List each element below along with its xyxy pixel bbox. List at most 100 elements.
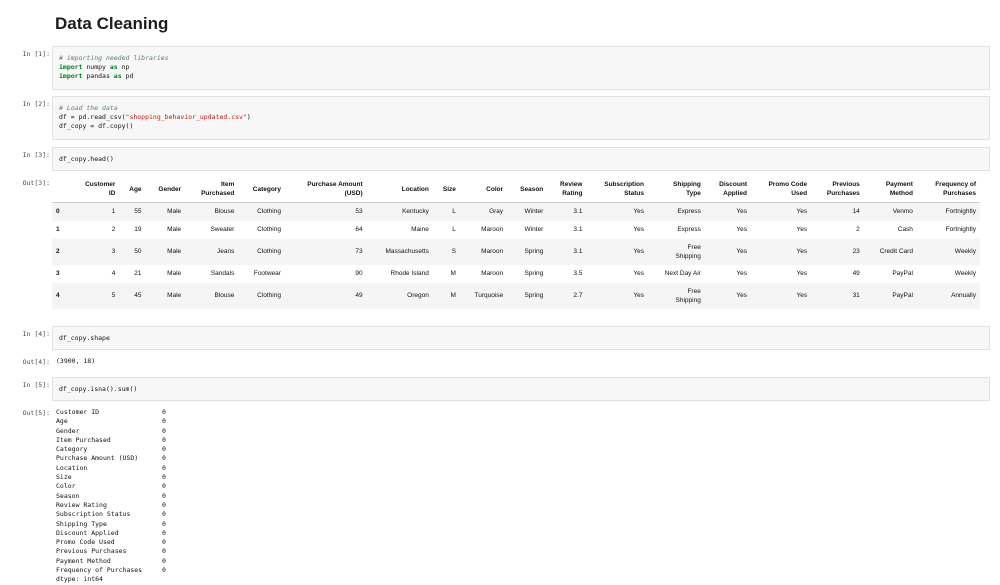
series-row: Purchase Amount (USD) 0 (56, 454, 166, 463)
table-cell: 53 (355, 208, 363, 216)
series-value: 0 (162, 500, 166, 509)
code-cell-3[interactable]: df_copy.head() (52, 147, 990, 171)
table-cell: Clothing (257, 292, 281, 299)
code-text: pandas (82, 72, 114, 80)
series-value: 0 (162, 426, 166, 435)
table-cell: Male (167, 208, 182, 216)
table-cell: 2.7 (573, 292, 583, 299)
code-keyword: as (109, 63, 118, 71)
index-header (52, 176, 70, 203)
series-value: 0 (162, 538, 166, 547)
code-text: df_copy.shape (59, 334, 110, 342)
series-label: Previous Purchases (56, 547, 127, 556)
table-row: 0 1 55 Male Blouse Clothing 53 Kentucky L Gray Win… (52, 202, 980, 221)
column-header-line2: Used (791, 190, 808, 197)
table-cell: Yes (736, 208, 747, 216)
series-label: Payment Method (56, 556, 111, 565)
table-cell: Express (648, 221, 705, 239)
table-cell: L (452, 226, 456, 233)
series-dtype: dtype: int64 (56, 575, 103, 584)
table-cell: Yes (633, 292, 644, 299)
series-value: 0 (162, 519, 166, 528)
column-header: Color (459, 176, 508, 203)
column-header: Gender (145, 176, 186, 203)
series-value: 0 (162, 408, 166, 416)
table-cell: Sandals (210, 270, 235, 277)
code-text: np (117, 63, 130, 71)
series-row: Frequency of Purchases 0 (56, 566, 166, 575)
series-row: Category 0 (56, 445, 166, 454)
series-label: Shipping Type (56, 519, 107, 528)
cell-line1: Express (677, 208, 701, 216)
cell-line1: Free (687, 243, 701, 251)
input-prompt-3: In [3]: (22, 151, 50, 159)
column-header-line1: Customer (85, 181, 116, 188)
code-cell-4[interactable]: df_copy.shape (52, 326, 990, 350)
column-header-line2: Purchases (943, 190, 976, 197)
series-row: Discount Applied 0 (56, 529, 166, 538)
series-row: Gender 0 (56, 427, 166, 436)
table-cell: Kentucky (402, 208, 429, 216)
table-cell: 2 (856, 226, 860, 233)
column-header: Promo Code Used (750, 176, 812, 203)
table-cell: Next Day Air (648, 265, 705, 283)
column-header-line1: Payment (885, 181, 913, 188)
notebook-heading: Data Cleaning (55, 14, 169, 33)
table-cell: Oregon (407, 292, 429, 299)
table-cell: Male (167, 226, 182, 233)
series-value: 0 (162, 482, 166, 491)
series-value: 0 (162, 445, 166, 454)
series-label: Frequency of Purchases (56, 566, 143, 575)
column-header-line1: Frequency of (935, 181, 976, 188)
series-label: Promo Code Used (56, 538, 115, 547)
column-header-line1: Color (486, 185, 504, 193)
table-cell: 3.1 (573, 248, 583, 255)
shape-output: (3900, 18) (56, 357, 96, 365)
table-cell: Massachusetts (385, 248, 429, 255)
column-header-line1: Discount (719, 181, 747, 188)
code-cell-5[interactable]: df_copy.isna().sum() (52, 377, 990, 401)
table-cell: Clothing (257, 248, 281, 255)
column-header: Customer ID (70, 176, 120, 203)
table-cell: Yes (796, 270, 808, 277)
column-header-line2: Type (686, 190, 701, 197)
series-row: Subscription Status 0 (56, 510, 166, 519)
table-cell: S (451, 248, 456, 255)
series-row: Item Purchased 0 (56, 436, 166, 445)
column-header-line2: Rating (562, 190, 583, 197)
column-header-line1: Gender (158, 185, 182, 193)
column-header-line2: Purchases (826, 190, 860, 197)
table-cell: Venmo (892, 208, 913, 216)
column-header-line1: Item (220, 181, 235, 188)
series-label: Season (56, 491, 80, 500)
column-header-line1: Previous (832, 181, 860, 188)
table-cell: Credit Card (879, 248, 913, 255)
series-row: Previous Purchases 0 (56, 547, 166, 556)
table-cell: Express (648, 203, 705, 221)
code-cell-2[interactable]: # Load the data df = pd.read_csv("shoppi… (52, 96, 990, 140)
series-label: Item Purchased (56, 435, 111, 444)
table-cell: Yes (633, 226, 644, 233)
row-index: 2 (56, 248, 60, 255)
series-row: Review Rating 0 (56, 501, 166, 510)
table-cell: Blouse (214, 208, 235, 216)
table-cell: Winter (524, 208, 544, 216)
table-cell: 19 (134, 226, 142, 233)
table-cell: 5 (111, 292, 116, 299)
column-header-line1: Age (129, 185, 142, 193)
series-label: Age (56, 417, 68, 426)
code-text: df_copy.isna().sum() (59, 385, 138, 393)
table-cell: Yes (796, 208, 808, 216)
table-cell: Weekly (954, 270, 976, 277)
column-header: Shipping Type (647, 176, 705, 203)
row-index: 0 (56, 208, 60, 216)
column-header-line1: Size (442, 185, 456, 193)
series-row: Shipping Type 0 (56, 520, 166, 529)
input-prompt-4: In [4]: (22, 330, 50, 338)
series-value: 0 (162, 435, 166, 444)
code-cell-1[interactable]: # importing needed libraries import nump… (52, 46, 990, 90)
table-cell: 73 (355, 248, 363, 255)
series-label: Color (56, 482, 76, 491)
table-cell: Fortnightly (945, 226, 976, 233)
column-header: Size (432, 176, 460, 203)
